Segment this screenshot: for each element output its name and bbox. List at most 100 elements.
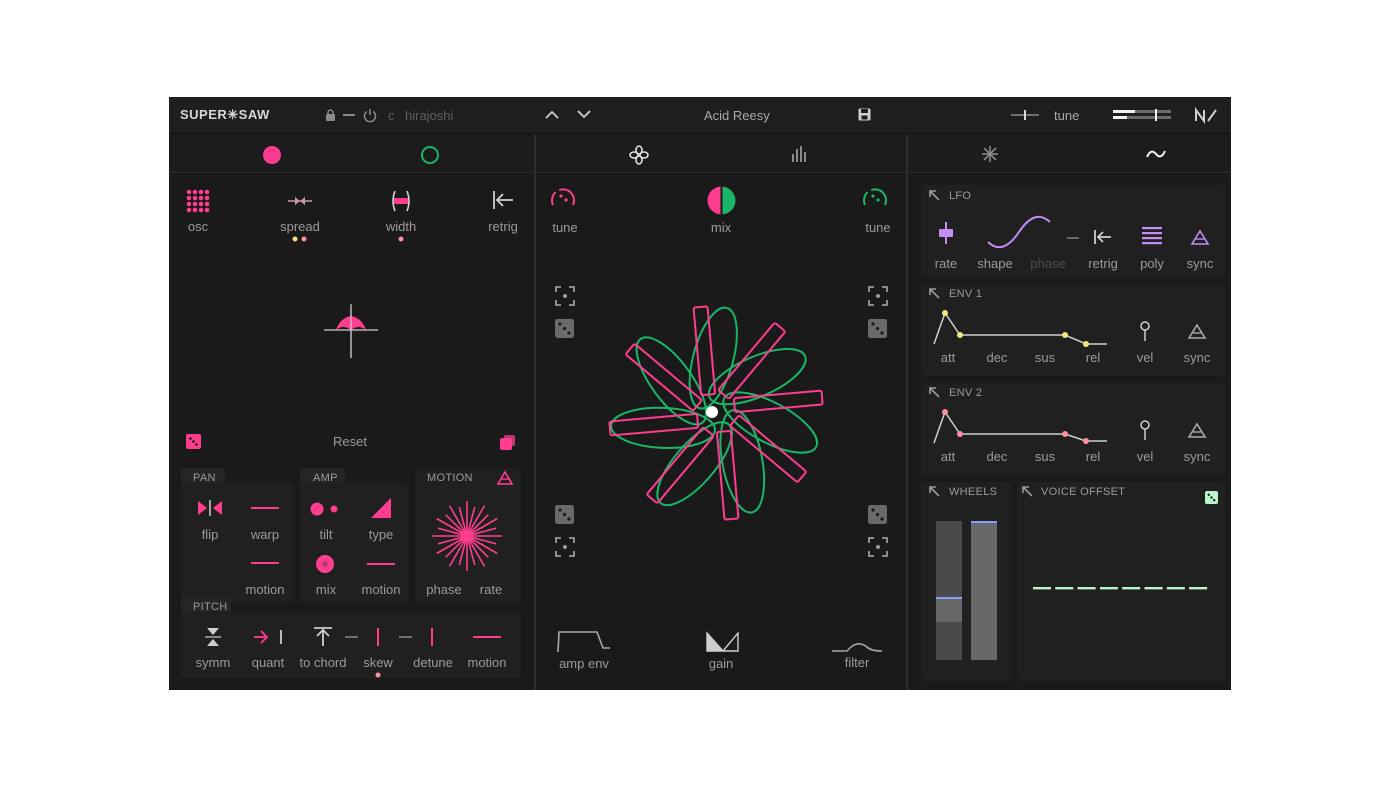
amp-motion-icon[interactable] [367, 563, 395, 566]
voice-offset-bar[interactable] [1077, 587, 1096, 590]
env2-sync-icon[interactable] [1187, 422, 1207, 438]
env1-collapse-icon[interactable] [929, 288, 940, 299]
tab-voices-icon[interactable] [629, 145, 649, 165]
preset-name[interactable]: Acid Reesy [704, 108, 770, 123]
detune-icon[interactable] [399, 628, 437, 646]
env2-vel-icon[interactable] [1139, 420, 1151, 440]
mod-wheel-marker [971, 521, 997, 523]
power-icon[interactable] [363, 108, 377, 123]
env1-vel-icon[interactable] [1139, 321, 1151, 341]
focus-b-top-icon[interactable] [868, 286, 888, 306]
voice-offset-bar[interactable] [1144, 587, 1163, 590]
lfo-shape-icon[interactable] [987, 215, 1051, 249]
lfo-collapse-icon[interactable] [929, 190, 940, 201]
voice-offset-bars[interactable] [1033, 509, 1211, 669]
env1-curve-display[interactable] [933, 309, 1109, 347]
osc-label: osc [187, 219, 209, 234]
voice-flower-display[interactable] [608, 305, 824, 521]
env2-sync-label: sync [1183, 449, 1211, 464]
voice-offset-dice-icon[interactable] [1205, 491, 1218, 504]
pitch-wheel-marker [936, 597, 962, 600]
pitch-wheel[interactable] [936, 521, 962, 660]
mod-wheel[interactable] [971, 521, 997, 660]
to-chord-icon[interactable] [313, 627, 333, 647]
amp-type-icon[interactable] [370, 498, 392, 518]
scale-root[interactable]: c [388, 108, 395, 123]
symm-label: symm [195, 655, 231, 670]
wheels-collapse-icon[interactable] [929, 486, 940, 497]
motion-sync-icon[interactable] [496, 470, 514, 485]
voice-offset-collapse-icon[interactable] [1022, 486, 1033, 497]
dice-a-top-icon[interactable] [555, 319, 574, 338]
voice-offset-title: VOICE OFFSET [1041, 486, 1126, 498]
gain-icon[interactable] [705, 631, 739, 653]
tab-spectrum-icon[interactable] [791, 146, 809, 162]
focus-a-top-icon[interactable] [555, 286, 575, 306]
quant-icon[interactable] [254, 628, 284, 646]
lfo-retrig-icon[interactable] [1094, 229, 1112, 245]
save-icon[interactable] [858, 108, 871, 121]
randomize-dice-icon[interactable] [186, 434, 201, 449]
motion-burst-icon[interactable] [431, 500, 503, 572]
dice-b-top-icon[interactable] [868, 319, 887, 338]
tab-oscillator-a-icon[interactable] [262, 145, 282, 165]
lfo-sync-icon[interactable] [1190, 229, 1210, 245]
env2-dec-label: dec [986, 449, 1008, 464]
voice-offset-bar[interactable] [1166, 587, 1185, 590]
env1-rel-label: rel [1085, 350, 1101, 365]
voice-offset-bar[interactable] [1122, 587, 1141, 590]
tune-slider-icon[interactable] [1011, 110, 1039, 120]
osc-grid-icon[interactable] [186, 189, 210, 213]
env2-rel-label: rel [1085, 449, 1101, 464]
voice-offset-bar[interactable] [1055, 587, 1074, 590]
tab-oscillator-b-icon[interactable] [420, 145, 440, 165]
tune-b-knob-icon[interactable] [861, 185, 889, 211]
pan-motion-icon[interactable] [251, 562, 279, 565]
symm-icon[interactable] [205, 627, 221, 647]
lfo-poly-icon[interactable] [1142, 227, 1162, 245]
gain-label: gain [708, 656, 734, 671]
env2-title: ENV 2 [949, 387, 983, 399]
lfo-rate-icon[interactable] [938, 222, 954, 244]
pan-field-display[interactable] [324, 304, 378, 358]
scale-name[interactable]: hirajoshi [405, 108, 453, 123]
amp-env-icon[interactable] [557, 630, 611, 653]
chevron-up-icon[interactable] [545, 110, 559, 119]
dice-a-bottom-icon[interactable] [555, 505, 574, 524]
lfo-phase-icon[interactable] [1067, 237, 1079, 240]
voice-offset-bar[interactable] [1099, 587, 1118, 590]
env2-sus-label: sus [1034, 449, 1056, 464]
pan-title: PAN [193, 472, 216, 484]
tune-a-knob-icon[interactable] [549, 185, 577, 211]
tab-modulation-icon[interactable] [1146, 147, 1166, 161]
focus-b-bottom-icon[interactable] [868, 537, 888, 557]
chevron-down-icon[interactable] [577, 110, 591, 119]
voice-offset-bar[interactable] [1189, 587, 1208, 590]
env1-att-label: att [940, 350, 956, 365]
retrig-icon[interactable] [492, 190, 514, 210]
reset-button[interactable]: Reset [333, 434, 367, 449]
voice-offset-bar[interactable] [1033, 587, 1051, 590]
ni-logo-icon[interactable] [1195, 106, 1217, 125]
lock-icon[interactable] [325, 109, 336, 122]
tilt-icon[interactable] [310, 501, 340, 517]
minus-icon[interactable] [343, 114, 355, 117]
env2-curve-display[interactable] [933, 408, 1109, 446]
volume-meter-icon[interactable] [1113, 109, 1173, 121]
filter-icon[interactable] [831, 639, 883, 653]
warp-icon[interactable] [251, 507, 279, 510]
width-icon[interactable] [391, 190, 411, 212]
copy-icon[interactable] [500, 435, 516, 450]
env2-collapse-icon[interactable] [929, 387, 940, 398]
amp-mix-icon[interactable] [315, 554, 335, 574]
focus-a-bottom-icon[interactable] [555, 537, 575, 557]
spread-icon[interactable] [288, 196, 312, 206]
skew-icon[interactable] [345, 628, 383, 646]
tab-effects-icon[interactable] [981, 145, 999, 163]
pitch-title: PITCH [193, 601, 228, 613]
pitch-motion-icon[interactable] [473, 636, 501, 639]
mix-knob-icon[interactable] [707, 186, 736, 215]
flip-icon[interactable] [197, 500, 223, 516]
dice-b-bottom-icon[interactable] [868, 505, 887, 524]
env1-sync-icon[interactable] [1187, 323, 1207, 339]
